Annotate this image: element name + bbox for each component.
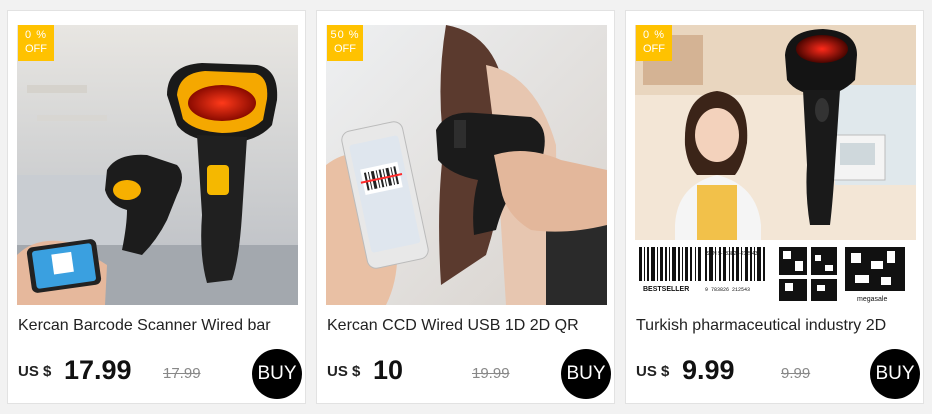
current-price: 9.99: [682, 355, 735, 385]
product-title[interactable]: Kercan CCD Wired USB 1D 2D QR: [327, 317, 607, 335]
price-row: US $ 9.99 9.99 BUY: [636, 349, 920, 399]
product-card[interactable]: 50 % OFF Kercan CCD Wired USB 1D 2D QR U…: [316, 10, 615, 404]
product-image[interactable]: [326, 25, 607, 305]
buy-button[interactable]: BUY: [870, 349, 920, 399]
product-card[interactable]: BESTSELLER ISBN 9-783826-212543 9 783826…: [625, 10, 924, 404]
product-image[interactable]: [17, 25, 298, 305]
product-title[interactable]: Kercan Barcode Scanner Wired bar: [18, 317, 298, 335]
current-price: 10: [373, 355, 404, 385]
discount-off-label: OFF: [334, 43, 356, 55]
product-title[interactable]: Turkish pharmaceutical industry 2D: [636, 317, 916, 335]
product-image[interactable]: BESTSELLER ISBN 9-783826-212543 9 783826…: [635, 25, 916, 305]
discount-badge: 0 % OFF: [18, 25, 54, 61]
discount-badge: 0 % OFF: [636, 25, 672, 61]
discount-off-label: OFF: [643, 43, 665, 55]
price-row: US $ 10 19.99 BUY: [327, 349, 611, 399]
barcode-scanner-photo: [17, 25, 298, 305]
product-grid: 0 % OFF Kercan Barcode Scanner Wired bar…: [0, 0, 932, 414]
discount-percent: 0 %: [25, 29, 47, 41]
currency-label: US $: [18, 363, 52, 380]
original-price: 9.99: [781, 365, 811, 382]
buy-button[interactable]: BUY: [252, 349, 302, 399]
product-card[interactable]: 0 % OFF Kercan Barcode Scanner Wired bar…: [7, 10, 306, 404]
barcode-isbn-text: ISBN 9-783826-212543: [705, 251, 758, 257]
discount-percent: 0 %: [643, 29, 665, 41]
cashier-scanner-photo: BESTSELLER ISBN 9-783826-212543 9 783826…: [635, 25, 916, 305]
original-price: 19.99: [472, 365, 510, 382]
discount-badge: 50 % OFF: [327, 25, 363, 61]
currency-label: US $: [327, 363, 361, 380]
barcode-megasale-text: megasale: [857, 296, 887, 303]
current-price: 17.99: [64, 355, 132, 385]
barcode-number-text: 9 783826 212543: [705, 287, 750, 293]
currency-label: US $: [636, 363, 670, 380]
buy-button[interactable]: BUY: [561, 349, 611, 399]
original-price: 17.99: [163, 365, 201, 382]
phone-scanning-photo: [326, 25, 607, 305]
price-row: US $ 17.99 17.99 BUY: [18, 349, 302, 399]
discount-off-label: OFF: [25, 43, 47, 55]
barcode-bestseller-text: BESTSELLER: [643, 286, 689, 293]
discount-percent: 50 %: [330, 29, 360, 41]
